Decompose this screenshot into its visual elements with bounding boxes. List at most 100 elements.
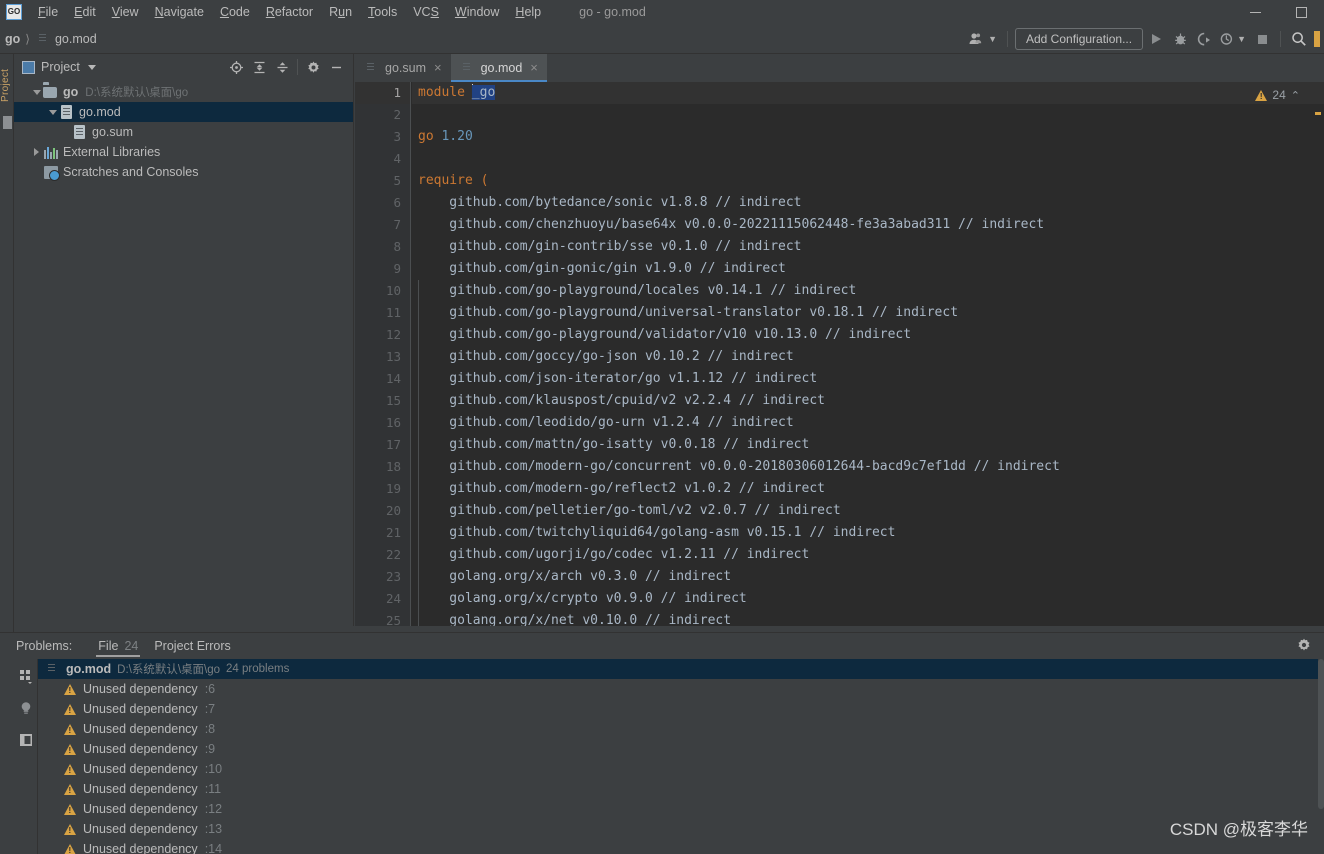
menu-file[interactable]: File <box>30 2 66 22</box>
code-line-3[interactable]: go 1.20 <box>412 126 1324 148</box>
search-everywhere-icon[interactable] <box>1288 28 1310 50</box>
problem-row[interactable]: Unused dependency :12 <box>38 799 1318 819</box>
code-line-13[interactable]: github.com/goccy/go-json v0.10.2 // indi… <box>412 346 1324 368</box>
run-icon[interactable] <box>1145 28 1167 50</box>
editor-tab-go-mod[interactable]: go.mod × <box>451 54 547 82</box>
debug-icon[interactable] <box>1169 28 1191 50</box>
menu-vcs[interactable]: VCS <box>405 2 447 22</box>
warning-icon <box>64 824 76 835</box>
code-line-22[interactable]: github.com/ugorji/go/codec v1.2.11 // in… <box>412 544 1324 566</box>
hide-panel-icon[interactable] <box>326 57 346 77</box>
tab-file-label: File <box>98 639 118 653</box>
problem-text: Unused dependency <box>83 742 198 756</box>
code-line-4[interactable] <box>412 148 1324 170</box>
code-line-16[interactable]: github.com/leodido/go-urn v1.2.4 // indi… <box>412 412 1324 434</box>
menu-run[interactable]: Run <box>321 2 360 22</box>
project-toolbar-separator <box>297 59 298 75</box>
code-line-9[interactable]: github.com/gin-gonic/gin v1.9.0 // indir… <box>412 258 1324 280</box>
code-line-24[interactable]: golang.org/x/crypto v0.9.0 // indirect <box>412 588 1324 610</box>
code-line-23[interactable]: golang.org/x/arch v0.3.0 // indirect <box>412 566 1324 588</box>
add-configuration-button[interactable]: Add Configuration... <box>1015 28 1143 50</box>
line-number: 6 <box>355 192 410 214</box>
twisty-down-icon[interactable] <box>30 90 43 95</box>
preview-layout-icon[interactable] <box>17 731 35 749</box>
scrollbar-warning-marker[interactable] <box>1315 112 1321 115</box>
breadcrumb-item-file[interactable]: go.mod <box>32 29 100 49</box>
notification-indicator[interactable] <box>1314 31 1320 47</box>
code-line-20[interactable]: github.com/pelletier/go-toml/v2 v2.0.7 /… <box>412 500 1324 522</box>
tree-label-scratches-and-consoles: Scratches and Consoles <box>63 165 199 179</box>
tree-node-go-sum[interactable]: go.sum <box>14 122 353 142</box>
tool-window-button-project[interactable]: Project <box>0 58 14 112</box>
menu-tools[interactable]: Tools <box>360 2 405 22</box>
problem-row[interactable]: Unused dependency :13 <box>38 819 1318 839</box>
code-line-14[interactable]: github.com/json-iterator/go v1.1.12 // i… <box>412 368 1324 390</box>
menu-refactor[interactable]: Refactor <box>258 2 321 22</box>
code-line-7[interactable]: github.com/chenzhuoyu/base64x v0.0.0-202… <box>412 214 1324 236</box>
menu-help[interactable]: Help <box>507 2 549 22</box>
maximize-button[interactable] <box>1278 0 1324 24</box>
run-with-coverage-icon[interactable] <box>1193 28 1215 50</box>
twisty-right-icon[interactable] <box>30 148 43 156</box>
problem-row[interactable]: Unused dependency :14 <box>38 839 1318 854</box>
code-line-17[interactable]: github.com/mattn/go-isatty v0.0.18 // in… <box>412 434 1324 456</box>
stop-icon[interactable] <box>1251 28 1273 50</box>
code-line-15[interactable]: github.com/klauspost/cpuid/v2 v2.2.4 // … <box>412 390 1324 412</box>
problem-row[interactable]: Unused dependency :6 <box>38 679 1318 699</box>
problem-row[interactable]: Unused dependency :7 <box>38 699 1318 719</box>
code-line-19[interactable]: github.com/modern-go/reflect2 v1.0.2 // … <box>412 478 1324 500</box>
settings-icon[interactable] <box>303 57 323 77</box>
tab-project-errors[interactable]: Project Errors <box>146 636 238 657</box>
menu-navigate[interactable]: Navigate <box>147 2 212 22</box>
tree-node-scratches-and-consoles[interactable]: Scratches and Consoles <box>14 162 353 182</box>
code-line-2[interactable] <box>412 104 1324 126</box>
code-content[interactable]: module _go go 1.20 require ( github.com/… <box>412 82 1324 626</box>
code-line-12[interactable]: github.com/go-playground/validator/v10 v… <box>412 324 1324 346</box>
profiler-icon[interactable]: ▼ <box>1217 28 1249 50</box>
code-line-25[interactable]: golang.org/x/net v0.10.0 // indirect <box>412 610 1324 626</box>
user-dropdown-icon[interactable]: ▼ <box>966 28 1000 50</box>
inspection-warning-badge[interactable]: 24 ⌃ <box>1255 88 1300 102</box>
chevron-down-icon[interactable] <box>88 65 96 70</box>
problems-file-row[interactable]: go.mod D:\系统默认\桌面\go 24 problems <box>38 659 1318 679</box>
code-editor[interactable]: 1 2 3 4 5 6 7 8 9 10 11 12 13 14 15 16 1… <box>355 82 1324 626</box>
breadcrumb-item-project[interactable]: go <box>2 30 23 48</box>
tree-node-go-mod[interactable]: go.mod <box>14 102 353 122</box>
expand-all-icon[interactable] <box>249 57 269 77</box>
problem-row[interactable]: Unused dependency :10 <box>38 759 1318 779</box>
code-line-6[interactable]: github.com/bytedance/sonic v1.8.8 // ind… <box>412 192 1324 214</box>
problem-row[interactable]: Unused dependency :9 <box>38 739 1318 759</box>
menu-code[interactable]: Code <box>212 2 258 22</box>
code-line-11[interactable]: github.com/go-playground/universal-trans… <box>412 302 1324 324</box>
tab-file[interactable]: File 24 <box>90 636 146 657</box>
twisty-down-icon-gomod[interactable] <box>46 110 59 115</box>
line-number: 12 <box>355 324 410 346</box>
minimize-button[interactable] <box>1232 0 1278 24</box>
tree-node-external-libraries[interactable]: External Libraries <box>14 142 353 162</box>
code-line-18[interactable]: github.com/modern-go/concurrent v0.0.0-2… <box>412 456 1324 478</box>
code-line-10[interactable]: github.com/go-playground/locales v0.14.1… <box>412 280 1324 302</box>
settings-icon[interactable] <box>1296 637 1314 655</box>
problems-label: Problems: <box>16 639 72 653</box>
code-line-5[interactable]: require ( <box>412 170 1324 192</box>
close-icon[interactable]: × <box>530 63 538 73</box>
problems-scrollbar[interactable] <box>1318 659 1324 809</box>
locate-icon[interactable] <box>226 57 246 77</box>
code-line-8[interactable]: github.com/gin-contrib/sse v0.1.0 // ind… <box>412 236 1324 258</box>
menu-view[interactable]: View <box>104 2 147 22</box>
tree-node-go[interactable]: go D:\系统默认\桌面\go <box>14 82 353 102</box>
problem-row[interactable]: Unused dependency :11 <box>38 779 1318 799</box>
chevron-up-icon[interactable]: ⌃ <box>1291 89 1300 102</box>
menu-edit[interactable]: Edit <box>66 2 104 22</box>
lightbulb-icon[interactable] <box>17 699 35 717</box>
collapse-all-icon[interactable] <box>272 57 292 77</box>
file-icon <box>59 104 75 120</box>
editor-tab-go-sum[interactable]: go.sum × <box>355 54 451 82</box>
problem-row[interactable]: Unused dependency :8 <box>38 719 1318 739</box>
line-number: 8 <box>355 236 410 258</box>
close-icon[interactable]: × <box>434 63 442 73</box>
code-line-1[interactable]: module _go <box>412 82 1324 104</box>
menu-window[interactable]: Window <box>447 2 507 22</box>
group-by-icon[interactable] <box>17 667 35 685</box>
code-line-21[interactable]: github.com/twitchyliquid64/golang-asm v0… <box>412 522 1324 544</box>
